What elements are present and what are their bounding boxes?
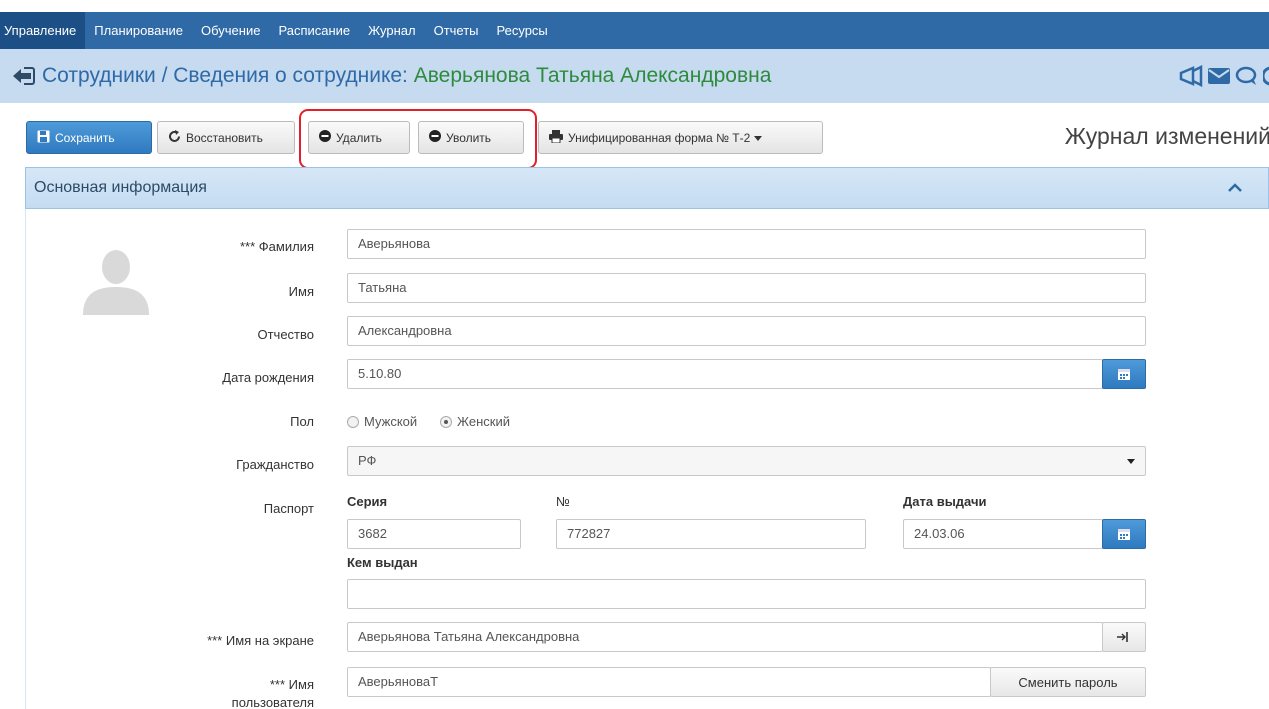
nav-item-resources[interactable]: Ресурсы: [488, 12, 557, 49]
issued-by-field[interactable]: [347, 579, 1146, 609]
save-button-label: Сохранить: [55, 130, 115, 145]
panel-title: Основная информация: [34, 179, 207, 196]
display-name-label: *** Имя на экране: [207, 633, 314, 648]
citizenship-value: РФ: [358, 453, 377, 468]
breadcrumb-bar: Сотрудники / Сведения о сотруднике: Авер…: [0, 49, 1269, 103]
nav-item-planning[interactable]: Планирование: [85, 12, 192, 49]
gender-male-label: Мужской: [364, 414, 418, 429]
birth-date-calendar-button[interactable]: [1102, 359, 1146, 389]
surname-label: *** Фамилия: [240, 239, 314, 254]
chevron-up-icon[interactable]: [1227, 180, 1243, 195]
save-button[interactable]: Сохранить: [26, 121, 152, 154]
panel-header[interactable]: Основная информация: [25, 167, 1269, 209]
restore-button-label: Восстановить: [186, 130, 263, 145]
birth-date-label: Дата рождения: [222, 370, 314, 385]
printer-icon: [549, 129, 563, 146]
employee-name: Аверьянова Татьяна Александровна: [413, 64, 772, 87]
username-label-line1: *** Имя: [269, 677, 314, 692]
page: Управление Планирование Обучение Расписа…: [0, 0, 1269, 709]
username-field[interactable]: АверьяноваТ: [347, 667, 991, 697]
chat-icon[interactable]: [1235, 65, 1259, 90]
gender-female-label: Женский: [457, 414, 510, 429]
citizenship-select[interactable]: РФ: [347, 446, 1146, 476]
restore-button[interactable]: Восстановить: [157, 121, 295, 154]
form-t2-dropdown[interactable]: Унифицированная форма № Т-2: [538, 121, 823, 154]
name-label: Имя: [288, 284, 314, 299]
calendar-icon: [1118, 529, 1130, 540]
mail-icon[interactable]: [1207, 65, 1231, 90]
sign-in-icon: [1117, 632, 1128, 642]
surname-field[interactable]: Аверьянова: [347, 229, 1146, 259]
breadcrumb-separator: /: [155, 64, 174, 87]
breadcrumb-section[interactable]: Сотрудники: [42, 64, 156, 87]
issued-by-label: Кем выдан: [347, 555, 418, 570]
avatar: [81, 247, 151, 320]
issue-date-label: Дата выдачи: [903, 494, 987, 509]
gender-male-radio[interactable]: Мужской: [347, 414, 417, 429]
number-label: №: [556, 494, 570, 509]
gender-female-radio[interactable]: Женский: [440, 414, 510, 429]
patronymic-label: Отчество: [257, 327, 314, 342]
nav-item-schedule[interactable]: Расписание: [269, 12, 359, 49]
gender-label: Пол: [290, 414, 314, 429]
display-name-field[interactable]: Аверьянова Татьяна Александровна: [347, 622, 1103, 652]
nav-item-journal[interactable]: Журнал: [359, 12, 424, 49]
highlight-frame: [299, 109, 537, 169]
birth-date-field[interactable]: 5.10.80: [347, 359, 1103, 389]
top-icons: [1179, 64, 1269, 90]
breadcrumb-page: Сведения о сотруднике:: [173, 64, 414, 87]
passport-series-field[interactable]: 3682: [347, 519, 521, 549]
passport-issue-date-field[interactable]: 24.03.06: [903, 519, 1103, 549]
nav-item-management[interactable]: Управление: [0, 12, 86, 49]
user-silhouette-icon: [83, 250, 149, 315]
top-nav: Управление Планирование Обучение Расписа…: [0, 12, 1269, 49]
floppy-icon: [37, 130, 50, 146]
nav-item-learning[interactable]: Обучение: [192, 12, 269, 49]
breadcrumb: Сотрудники / Сведения о сотруднике: Авер…: [42, 64, 771, 88]
passport-label: Паспорт: [263, 501, 314, 516]
change-log-link[interactable]: Журнал изменений: [1065, 123, 1269, 150]
nav-item-reports[interactable]: Отчеты: [425, 12, 488, 49]
patronymic-field[interactable]: Александровна: [347, 316, 1146, 346]
refresh-icon: [168, 129, 181, 146]
caret-down-icon: [1127, 447, 1135, 475]
name-field[interactable]: Татьяна: [347, 273, 1146, 303]
radio-checked-icon: [440, 415, 452, 428]
radio-unchecked-icon: [347, 415, 359, 428]
caret-down-icon: [754, 131, 763, 145]
citizenship-label: Гражданство: [236, 457, 314, 472]
change-password-button[interactable]: Сменить пароль: [990, 667, 1146, 697]
more-icon[interactable]: [1261, 65, 1269, 90]
generate-name-button[interactable]: [1102, 622, 1146, 652]
series-label: Серия: [347, 494, 388, 509]
username-label-line2: пользователя: [231, 695, 314, 709]
megaphone-icon[interactable]: [1179, 64, 1203, 90]
passport-number-field[interactable]: 772827: [556, 519, 866, 549]
back-arrow-icon[interactable]: [10, 64, 36, 88]
issue-date-calendar-button[interactable]: [1102, 519, 1146, 549]
calendar-icon: [1118, 369, 1130, 380]
form-t2-label: Унифицированная форма № Т-2: [568, 130, 751, 145]
